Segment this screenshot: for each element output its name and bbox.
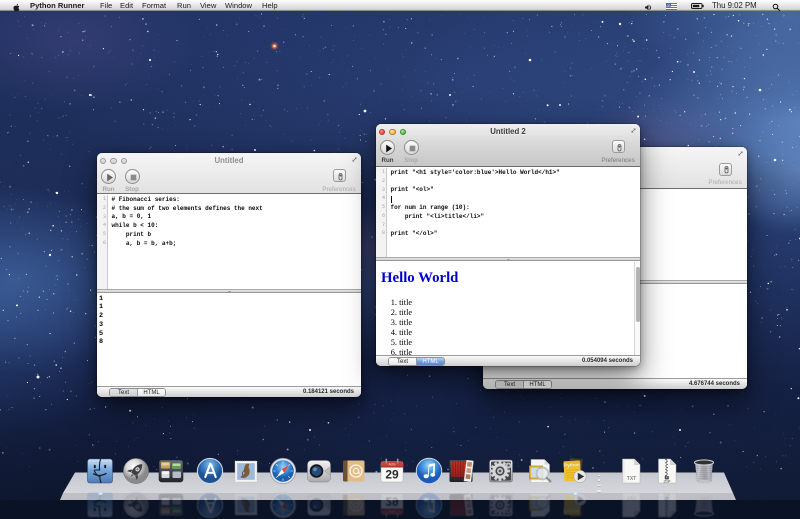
svg-text:ZIP: ZIP — [663, 479, 670, 484]
svg-text:TXT: TXT — [627, 476, 636, 482]
svg-text:29: 29 — [385, 494, 399, 508]
svg-text:ZIP: ZIP — [663, 492, 670, 497]
svg-text:AUG: AUG — [389, 509, 396, 513]
svg-text:TXT: TXT — [627, 494, 636, 500]
svg-text:Python: Python — [564, 462, 580, 468]
svg-text:29: 29 — [385, 468, 399, 482]
svg-text:AUG: AUG — [389, 462, 396, 466]
